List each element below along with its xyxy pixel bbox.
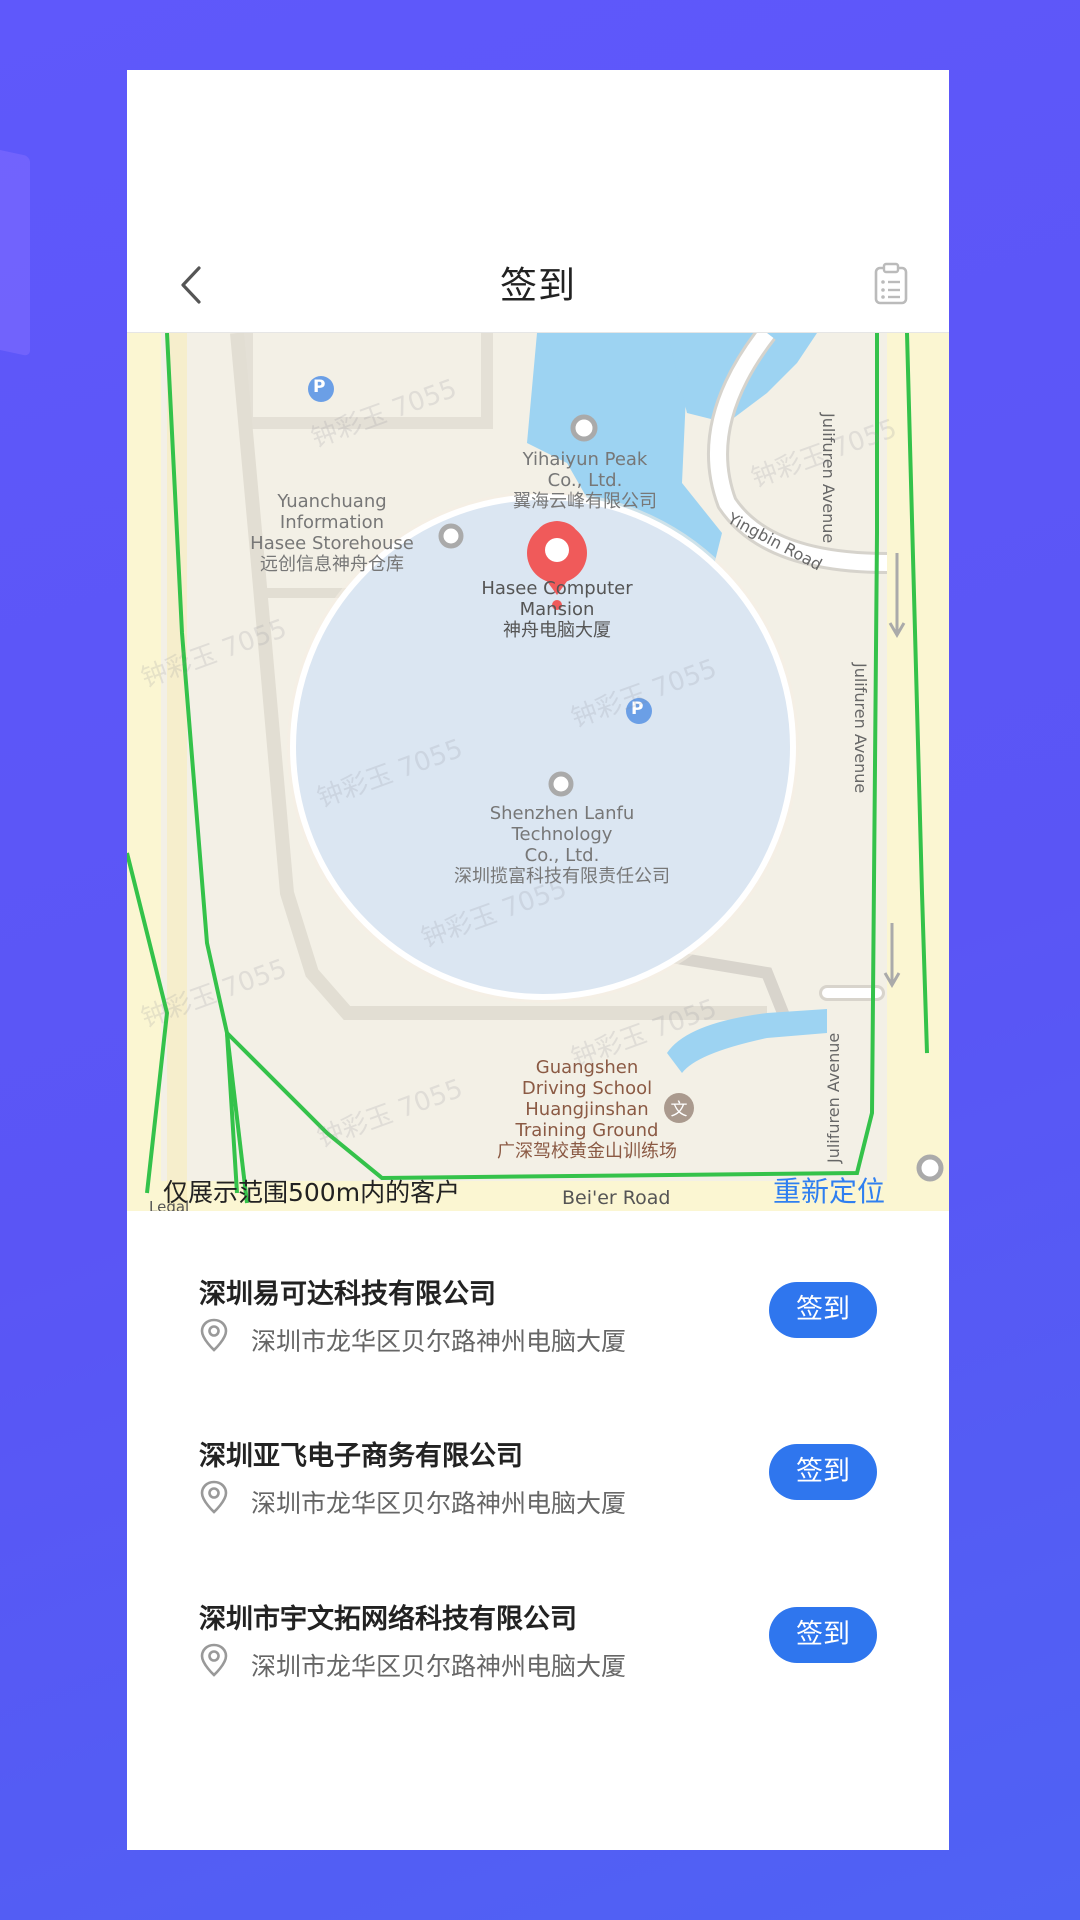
- map-label: Hasee Computer: [481, 578, 633, 599]
- records-button[interactable]: [873, 262, 909, 306]
- range-hint: 仅展示范围500m内的客户: [163, 1178, 461, 1207]
- map-pin-icon: [200, 1643, 228, 1677]
- map-label: Mansion: [519, 599, 595, 620]
- relocate-button[interactable]: 重新定位: [773, 1170, 885, 1210]
- map-label: 神舟电脑大厦: [503, 620, 611, 641]
- customer-name: 深圳市宇文拓网络科技有限公司: [199, 1604, 577, 1635]
- list-item: 深圳市宇文拓网络科技有限公司 深圳市龙华区贝尔路神州电脑大厦 签到: [127, 1597, 949, 1747]
- map-label: Co., Ltd.: [524, 845, 600, 866]
- map-label: Technology: [511, 824, 613, 845]
- map-label: Yihaiyun Peak: [522, 449, 648, 470]
- map-label: 远创信息神舟仓库: [260, 554, 404, 575]
- map-label: Shenzhen Lanfu: [489, 803, 635, 824]
- map-label: Huangjinshan: [525, 1099, 649, 1120]
- map-label: 翼海云峰有限公司: [513, 491, 657, 512]
- nav-header: 签到: [127, 185, 949, 335]
- page-title: 签到: [500, 264, 576, 307]
- list-item: 深圳亚飞电子商务有限公司 深圳市龙华区贝尔路神州电脑大厦 签到: [127, 1434, 949, 1584]
- map-label: Driving School: [521, 1078, 653, 1099]
- parking-icon: P: [313, 377, 326, 397]
- road-label: Julifuren Avenue: [851, 663, 870, 794]
- customer-address: 深圳市龙华区贝尔路神州电脑大厦: [251, 1327, 627, 1356]
- customer-name: 深圳亚飞电子商务有限公司: [199, 1441, 523, 1472]
- map-label: Yuanchuang: [277, 491, 387, 512]
- map-label: 广深驾校黄金山训练场: [497, 1141, 677, 1162]
- app-screen: 签到 文 P P Yihaiyun Peak Co., Ltd. 翼海云峰有限公…: [127, 70, 949, 1850]
- map-pin-icon: [200, 1480, 228, 1514]
- background-decoration: [0, 143, 30, 357]
- checkin-button[interactable]: 签到: [769, 1444, 877, 1500]
- road-label: Julifuren Avenue: [824, 1032, 843, 1163]
- map-label: Training Ground: [515, 1120, 659, 1141]
- customer-name: 深圳易可达科技有限公司: [199, 1279, 496, 1310]
- map-label: Co., Ltd.: [547, 470, 623, 491]
- checkin-button[interactable]: 签到: [769, 1607, 877, 1663]
- svg-text:文: 文: [671, 1100, 688, 1120]
- map-pin-icon: [200, 1318, 228, 1352]
- clipboard-icon: [874, 262, 908, 305]
- customer-address: 深圳市龙华区贝尔路神州电脑大厦: [251, 1652, 627, 1681]
- list-item: 深圳易可达科技有限公司 深圳市龙华区贝尔路神州电脑大厦 签到: [127, 1272, 949, 1422]
- map-view[interactable]: 文 P P Yihaiyun Peak Co., Ltd. 翼海云峰有限公司 Y…: [127, 333, 949, 1211]
- customer-address: 深圳市龙华区贝尔路神州电脑大厦: [251, 1489, 627, 1518]
- map-label: Hasee Storehouse: [250, 533, 414, 554]
- road-label: Bei'er Road: [562, 1187, 671, 1209]
- checkin-button[interactable]: 签到: [769, 1282, 877, 1338]
- map-label: Information: [279, 512, 385, 533]
